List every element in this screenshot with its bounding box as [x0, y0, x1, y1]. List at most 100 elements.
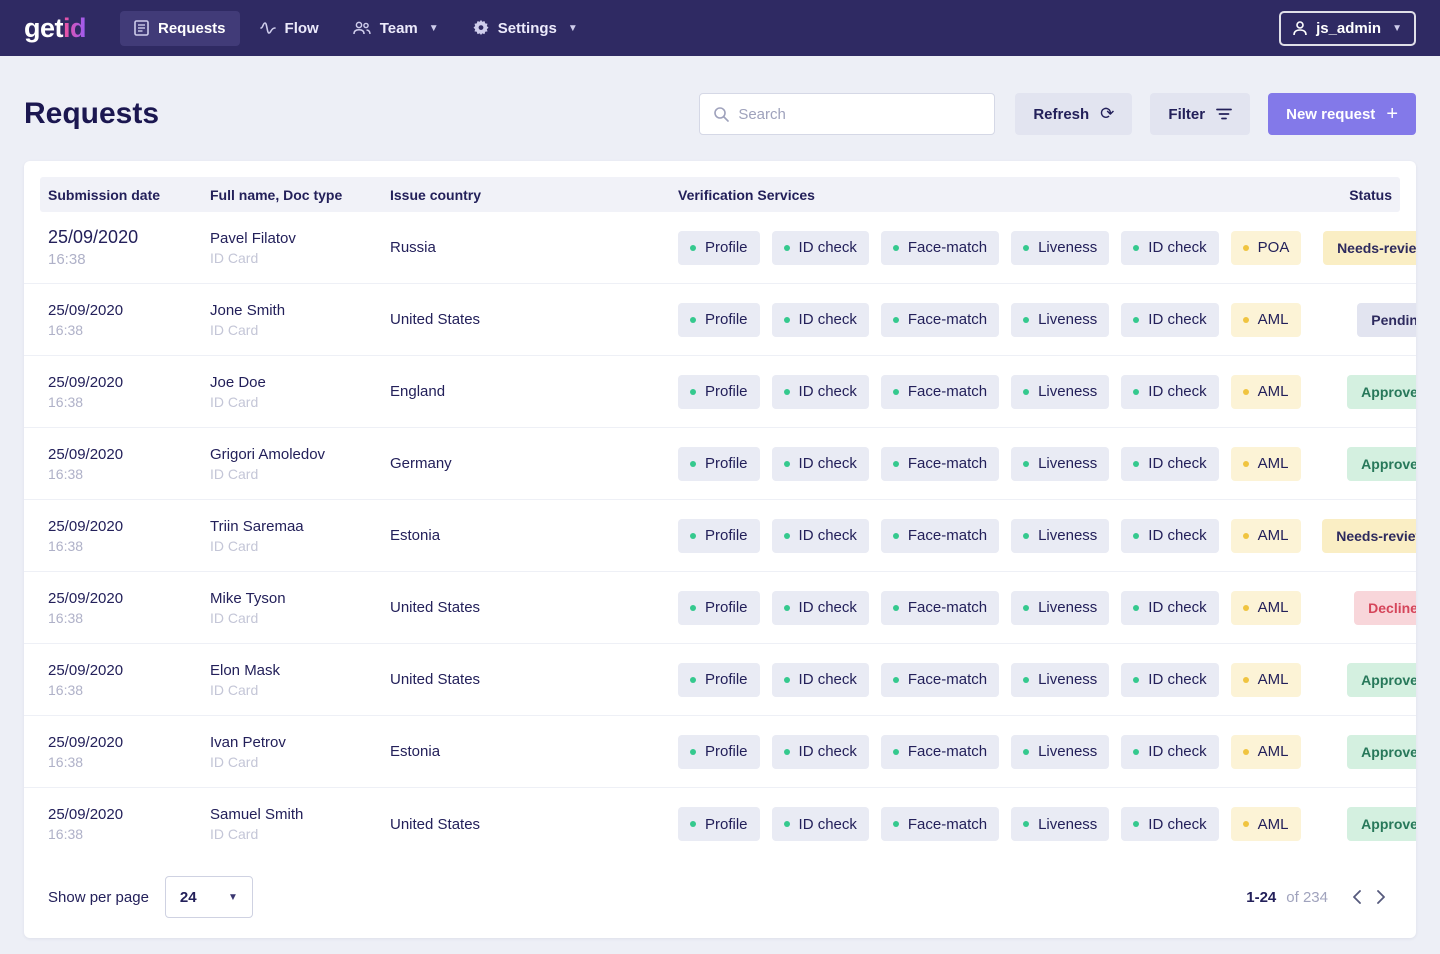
service-badge: Face-match — [881, 447, 999, 481]
nav-item-requests[interactable]: Requests — [120, 11, 240, 46]
doc-type: ID Card — [210, 322, 390, 338]
service-badge: ID check — [1121, 735, 1218, 769]
column-header-status: Status — [1252, 187, 1392, 203]
submission-time: 16:38 — [48, 682, 210, 698]
chevron-down-icon: ▼ — [429, 23, 439, 34]
nav-item-label: Flow — [285, 20, 319, 37]
service-badge: Liveness — [1011, 519, 1109, 553]
refresh-icon: ⟳ — [1100, 104, 1114, 124]
service-badge: Face-match — [881, 231, 999, 265]
service-badge: ID check — [772, 231, 869, 265]
table-row[interactable]: 25/09/2020 16:38 Samuel Smith ID Card Un… — [24, 788, 1416, 860]
full-name: Pavel Filatov — [210, 230, 390, 247]
service-status-dot — [784, 389, 790, 395]
gear-icon — [473, 20, 489, 36]
verification-services: ProfileID checkFace-matchLivenessID chec… — [678, 519, 1301, 553]
table-row[interactable]: 25/09/2020 16:38 Jone Smith ID Card Unit… — [24, 284, 1416, 356]
service-badge: Liveness — [1011, 807, 1109, 841]
nav-item-settings[interactable]: Settings ▼ — [459, 11, 592, 46]
service-badge: Face-match — [881, 303, 999, 337]
service-status-dot — [1133, 749, 1139, 755]
service-badge: Profile — [678, 519, 760, 553]
service-badge: Liveness — [1011, 447, 1109, 481]
service-status-dot — [690, 245, 696, 251]
requests-table: Submission date Full name, Doc type Issu… — [24, 161, 1416, 938]
full-name: Triin Saremaa — [210, 518, 390, 535]
service-badge: ID check — [1121, 231, 1218, 265]
column-header-full-name: Full name, Doc type — [210, 187, 390, 203]
doc-type: ID Card — [210, 394, 390, 410]
verification-services: ProfileID checkFace-matchLivenessID chec… — [678, 447, 1301, 481]
service-status-dot — [1243, 749, 1249, 755]
service-badge: AML — [1231, 303, 1301, 337]
service-status-dot — [690, 317, 696, 323]
search-icon — [713, 106, 729, 122]
service-status-dot — [1243, 245, 1249, 251]
submission-time: 16:38 — [48, 610, 210, 626]
service-badge: AML — [1231, 735, 1301, 769]
service-badge: Liveness — [1011, 303, 1109, 337]
doc-type: ID Card — [210, 466, 390, 482]
status-badge: Pending — [1357, 303, 1416, 337]
page-title: Requests — [24, 97, 159, 131]
new-request-label: New request — [1286, 106, 1375, 123]
filter-button[interactable]: Filter — [1150, 93, 1250, 135]
service-status-dot — [784, 461, 790, 467]
issue-country: England — [390, 383, 678, 400]
service-badge: Face-match — [881, 519, 999, 553]
service-badge: Face-match — [881, 375, 999, 409]
nav-item-team[interactable]: Team ▼ — [339, 11, 453, 46]
service-badge: ID check — [772, 591, 869, 625]
verification-services: ProfileID checkFace-matchLivenessID chec… — [678, 231, 1301, 265]
verification-services: ProfileID checkFace-matchLivenessID chec… — [678, 591, 1301, 625]
user-menu[interactable]: js_admin ▼ — [1279, 11, 1416, 46]
service-badge: AML — [1231, 807, 1301, 841]
service-badge: ID check — [772, 447, 869, 481]
full-name: Jone Smith — [210, 302, 390, 319]
per-page-select[interactable]: 24 ▼ — [165, 876, 253, 918]
new-request-button[interactable]: New request + — [1268, 93, 1416, 135]
user-name: js_admin — [1316, 20, 1381, 37]
service-badge: Liveness — [1011, 663, 1109, 697]
table-footer: Show per page 24 ▼ 1-24 of 234 — [24, 860, 1416, 938]
service-status-dot — [1243, 389, 1249, 395]
team-icon — [353, 21, 371, 35]
service-badge: ID check — [1121, 519, 1218, 553]
service-status-dot — [784, 821, 790, 827]
search-input[interactable] — [738, 106, 981, 123]
service-badge: ID check — [772, 807, 869, 841]
status-badge: Approved — [1347, 447, 1416, 481]
service-status-dot — [784, 749, 790, 755]
full-name: Samuel Smith — [210, 806, 390, 823]
nav-item-flow[interactable]: Flow — [246, 11, 333, 46]
service-badge: AML — [1231, 375, 1301, 409]
service-status-dot — [690, 461, 696, 467]
table-row[interactable]: 25/09/2020 16:38 Ivan Petrov ID Card Est… — [24, 716, 1416, 788]
search-box[interactable] — [699, 93, 995, 135]
verification-services: ProfileID checkFace-matchLivenessID chec… — [678, 303, 1301, 337]
service-status-dot — [893, 605, 899, 611]
service-status-dot — [690, 677, 696, 683]
issue-country: Germany — [390, 455, 678, 472]
refresh-button[interactable]: Refresh ⟳ — [1015, 93, 1132, 135]
full-name: Mike Tyson — [210, 590, 390, 607]
show-per-page-label: Show per page — [48, 889, 149, 906]
table-row[interactable]: 25/09/2020 16:38 Grigori Amoledov ID Car… — [24, 428, 1416, 500]
issue-country: Russia — [390, 239, 678, 256]
nav-item-label: Settings — [498, 20, 557, 37]
next-page-button[interactable] — [1371, 884, 1392, 910]
service-badge: Face-match — [881, 807, 999, 841]
service-status-dot — [1133, 317, 1139, 323]
service-status-dot — [784, 317, 790, 323]
table-row[interactable]: 25/09/2020 16:38 Pavel Filatov ID Card R… — [24, 212, 1416, 284]
app-logo[interactable]: getid — [24, 13, 86, 44]
table-row[interactable]: 25/09/2020 16:38 Elon Mask ID Card Unite… — [24, 644, 1416, 716]
table-row[interactable]: 25/09/2020 16:38 Joe Doe ID Card England… — [24, 356, 1416, 428]
service-badge: Profile — [678, 735, 760, 769]
service-status-dot — [1023, 245, 1029, 251]
table-row[interactable]: 25/09/2020 16:38 Triin Saremaa ID Card E… — [24, 500, 1416, 572]
doc-type: ID Card — [210, 682, 390, 698]
table-row[interactable]: 25/09/2020 16:38 Mike Tyson ID Card Unit… — [24, 572, 1416, 644]
prev-page-button[interactable] — [1346, 884, 1367, 910]
service-badge: POA — [1231, 231, 1302, 265]
